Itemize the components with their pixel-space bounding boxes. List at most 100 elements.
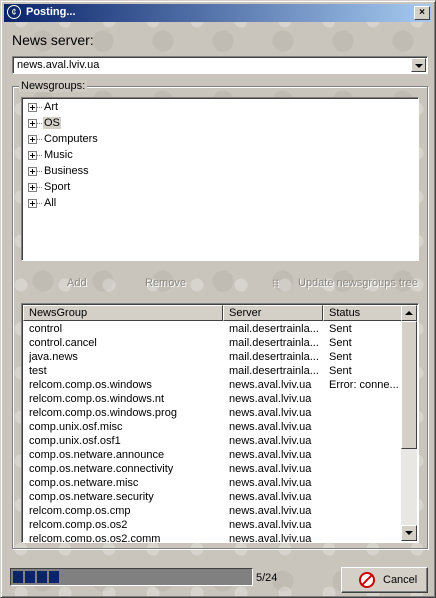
- table-row[interactable]: relcom.comp.os.windows news.aval.lviv.ua E…: [23, 379, 403, 393]
- table-row[interactable]: test mail.desertrainla... Sent: [23, 365, 403, 379]
- server-cell: news.aval.lviv.ua: [229, 435, 312, 447]
- update-tree-icon[interactable]: ⁝⁝: [272, 277, 279, 290]
- expand-plus-icon[interactable]: [28, 151, 37, 160]
- expand-plus-icon[interactable]: [28, 199, 37, 208]
- remove-button[interactable]: Remove: [145, 277, 186, 289]
- status-cell: Sent: [329, 337, 352, 349]
- scroll-up-icon[interactable]: [401, 305, 417, 321]
- table-row[interactable]: relcom.comp.os.os2 news.aval.lviv.ua: [23, 519, 403, 533]
- newsgroup-cell: java.news: [29, 351, 78, 363]
- tree-connector: [37, 155, 42, 156]
- table-scrollbar[interactable]: [401, 305, 417, 541]
- scroll-thumb[interactable]: [401, 321, 417, 449]
- window-title: Posting...: [26, 6, 76, 18]
- newsgroups-tree[interactable]: Art OS Computers Music Business Sport All: [21, 97, 419, 261]
- posting-progress-bar: [10, 568, 253, 586]
- close-button[interactable]: ×: [414, 6, 430, 20]
- newsgroup-cell: comp.unix.osf.misc: [29, 421, 123, 433]
- progress-block: [37, 571, 47, 583]
- cancel-label: Cancel: [383, 574, 418, 586]
- column-header-server[interactable]: Server: [223, 305, 323, 321]
- newsgroup-cell: relcom.comp.os.os2.comm: [29, 533, 161, 543]
- tree-connector: [37, 171, 42, 172]
- newsgroup-cell: control: [29, 323, 63, 335]
- server-cell: news.aval.lviv.ua: [229, 505, 312, 517]
- server-cell: mail.desertrainla...: [229, 323, 319, 335]
- server-cell: mail.desertrainla...: [229, 365, 319, 377]
- table-row[interactable]: relcom.comp.os.cmp news.aval.lviv.ua: [23, 505, 403, 519]
- table-row[interactable]: comp.os.netware.misc news.aval.lviv.ua: [23, 477, 403, 491]
- status-cell: Sent: [329, 365, 352, 377]
- tree-connector: [37, 203, 42, 204]
- progress-block: [49, 571, 59, 583]
- table-row[interactable]: comp.os.netware.announce news.aval.lviv.u…: [23, 449, 403, 463]
- table-row[interactable]: comp.unix.osf.misc news.aval.lviv.ua: [23, 421, 403, 435]
- tree-item-label: Music: [44, 149, 73, 161]
- table-row[interactable]: comp.os.netware.connectivity news.aval.lv…: [23, 463, 403, 477]
- server-cell: news.aval.lviv.ua: [229, 379, 312, 391]
- newsgroup-cell: comp.os.netware.misc: [29, 477, 139, 489]
- newsgroup-cell: control.cancel: [29, 337, 97, 349]
- status-cell: Error: conne...: [329, 379, 399, 391]
- server-cell: news.aval.lviv.ua: [229, 407, 312, 419]
- add-button[interactable]: Add: [67, 277, 87, 289]
- tree-actions: Add Remove ⁝⁝ Update newsgroups tree: [13, 277, 427, 293]
- table-row[interactable]: comp.os.netware.security news.aval.lviv.u…: [23, 491, 403, 505]
- posting-dialog: ¢ Posting... × News server: news.aval.lv…: [0, 0, 436, 598]
- newsgroup-cell: test: [29, 365, 47, 377]
- server-cell: news.aval.lviv.ua: [229, 421, 312, 433]
- tree-connector: [37, 107, 42, 108]
- title-bar[interactable]: ¢ Posting... ×: [4, 4, 432, 22]
- newsgroup-status-table[interactable]: NewsGroup Server Status control mail.dese…: [21, 303, 419, 543]
- newsgroup-cell: relcom.comp.os.windows.prog: [29, 407, 177, 419]
- table-row[interactable]: control.cancel mail.desertrainla... Sent: [23, 337, 403, 351]
- cancel-button[interactable]: Cancel: [341, 567, 428, 593]
- news-server-value: news.aval.lviv.ua: [17, 59, 100, 71]
- table-row[interactable]: java.news mail.desertrainla... Sent: [23, 351, 403, 365]
- server-cell: news.aval.lviv.ua: [229, 449, 312, 461]
- expand-plus-icon[interactable]: [28, 103, 37, 112]
- server-cell: news.aval.lviv.ua: [229, 491, 312, 503]
- progress-block: [13, 571, 23, 583]
- expand-plus-icon[interactable]: [28, 119, 37, 128]
- tree-connector: [37, 123, 42, 124]
- column-header-status[interactable]: Status: [323, 305, 402, 321]
- tree-item-label: Computers: [44, 133, 98, 145]
- server-cell: mail.desertrainla...: [229, 351, 319, 363]
- newsgroup-cell: comp.os.netware.security: [29, 491, 154, 503]
- tree-item-label: Art: [44, 101, 59, 113]
- status-cell: Sent: [329, 323, 352, 335]
- newsgroups-label: Newsgroups:: [19, 80, 88, 92]
- expand-plus-icon[interactable]: [28, 135, 37, 144]
- table-row[interactable]: control mail.desertrainla... Sent: [23, 323, 403, 337]
- server-cell: news.aval.lviv.ua: [229, 463, 312, 475]
- newsgroup-cell: relcom.comp.os.cmp: [29, 505, 131, 517]
- table-row[interactable]: relcom.comp.os.windows.nt news.aval.lviv.…: [23, 393, 403, 407]
- server-cell: mail.desertrainla...: [229, 337, 319, 349]
- progress-count: 5/24: [256, 572, 278, 584]
- newsgroup-cell: relcom.comp.os.windows: [29, 379, 152, 391]
- newsgroups-group: Newsgroups: Art OS Computers Music Business S…: [12, 80, 428, 549]
- newsgroup-cell: relcom.comp.os.os2: [29, 519, 128, 531]
- expand-plus-icon[interactable]: [28, 167, 37, 176]
- expand-plus-icon[interactable]: [28, 183, 37, 192]
- tree-item-label: All: [44, 197, 57, 209]
- table-row[interactable]: relcom.comp.os.windows.prog news.aval.lvi…: [23, 407, 403, 421]
- news-server-label: News server:: [12, 32, 94, 48]
- status-cell: Sent: [329, 351, 352, 363]
- server-cell: news.aval.lviv.ua: [229, 519, 312, 531]
- table-row[interactable]: comp.unix.osf.osf1 news.aval.lviv.ua: [23, 435, 403, 449]
- server-cell: news.aval.lviv.ua: [229, 477, 312, 489]
- chevron-down-icon[interactable]: [411, 58, 426, 72]
- news-server-combobox[interactable]: news.aval.lviv.ua: [12, 56, 428, 74]
- tree-item-label: Business: [44, 165, 89, 177]
- table-row[interactable]: relcom.comp.os.os2.comm news.aval.lviv.ua: [23, 533, 403, 543]
- newsgroup-cell: comp.os.netware.connectivity: [29, 463, 174, 475]
- newsgroup-cell: comp.unix.osf.osf1: [29, 435, 121, 447]
- newsgroup-cell: comp.os.netware.announce: [29, 449, 165, 461]
- scroll-down-icon[interactable]: [401, 525, 417, 541]
- update-newsgroups-tree-button[interactable]: Update newsgroups tree: [298, 277, 418, 289]
- tree-item-label: Sport: [44, 181, 71, 193]
- tree-connector: [37, 187, 42, 188]
- column-header-newsgroup[interactable]: NewsGroup: [23, 305, 223, 321]
